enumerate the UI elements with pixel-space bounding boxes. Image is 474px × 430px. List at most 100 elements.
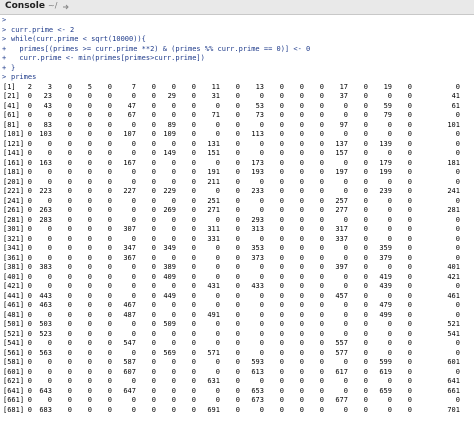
value-cell: 0 bbox=[363, 168, 368, 176]
output-row: [21] 0 23 0 0 0 0 0 29 0 31 0 0 0 0 0 37 0 0 0 41 bbox=[0, 92, 474, 102]
output-row: [681] 0 683 0 0 0 0 0 0 0 691 0 0 0 0 0 0 0 0 0 701 bbox=[0, 406, 474, 416]
value-cell: 0 bbox=[319, 405, 324, 414]
value-cell: 0 bbox=[107, 396, 112, 404]
value-cell: 0 bbox=[407, 282, 412, 290]
console-prompt: + bbox=[2, 63, 7, 72]
value-cell: 0 bbox=[407, 291, 412, 300]
value-cell: 0 bbox=[191, 234, 196, 243]
value-cell: 0 bbox=[107, 206, 112, 214]
value-cell: 0 bbox=[107, 130, 112, 138]
value-cell: 0 bbox=[191, 82, 196, 91]
value-cell: 0 bbox=[455, 225, 460, 233]
value-cell: 0 bbox=[191, 386, 196, 395]
value-cell: 0 bbox=[455, 310, 460, 319]
value-cell: 0 bbox=[107, 348, 112, 357]
value-cell: 0 bbox=[407, 187, 412, 195]
value-cell: 0 bbox=[107, 168, 112, 176]
value-cell: 0 bbox=[235, 139, 240, 148]
output-row: [421] 0 0 0 0 0 0 0 0 0 431 0 433 0 0 0 0 0 439 0 0 bbox=[0, 282, 474, 292]
value-cell: 0 bbox=[363, 244, 368, 252]
value-cell: 0 bbox=[363, 329, 368, 338]
console-output[interactable]: > > curr.prime <- 2 > while(curr.prime < sqr… bbox=[0, 16, 474, 430]
value-cell: 0 bbox=[235, 405, 240, 414]
value-cell: 0 bbox=[319, 244, 324, 252]
value-cell: 0 bbox=[407, 367, 412, 376]
value-cell: 0 bbox=[191, 92, 196, 100]
value-cell: 0 bbox=[455, 130, 460, 138]
value-cell: 0 bbox=[235, 396, 240, 404]
value-cell: 0 bbox=[455, 177, 460, 186]
code-line: +} bbox=[0, 64, 474, 74]
value-cell: 181 bbox=[447, 158, 460, 167]
value-cell: 0 bbox=[363, 101, 368, 110]
value-cell: 0 bbox=[191, 339, 196, 347]
value-cell: 541 bbox=[447, 329, 460, 338]
value-cell: 0 bbox=[363, 206, 368, 214]
value-cell: 0 bbox=[319, 329, 324, 338]
value-cell: 0 bbox=[407, 206, 412, 214]
output-row: [101] 0 103 0 0 0 107 0 109 0 0 0 113 0 0 0 0 0 0 0 0 bbox=[0, 130, 474, 140]
value-cell: 0 bbox=[107, 386, 112, 395]
value-cell: 661 bbox=[447, 386, 460, 395]
value-cell: 0 bbox=[235, 234, 240, 243]
output-row: [1] 2 3 0 5 0 7 0 0 0 11 0 13 0 0 0 17 0 19 0 0 bbox=[0, 83, 474, 93]
value-cell: 0 bbox=[363, 291, 368, 300]
value-cell: 0 bbox=[235, 101, 240, 110]
value-cell: 0 bbox=[235, 130, 240, 138]
value-cell: 0 bbox=[235, 310, 240, 319]
value-cell: 0 bbox=[363, 396, 368, 404]
value-cell: 0 bbox=[407, 310, 412, 319]
value-cell: 0 bbox=[363, 92, 368, 100]
value-cell: 0 bbox=[407, 177, 412, 186]
code-text: curr.prime <- min(primes[primes>curr.pri… bbox=[11, 54, 205, 62]
value-cell: 0 bbox=[363, 253, 368, 262]
value-cell: 0 bbox=[319, 215, 324, 224]
value-cell: 701 bbox=[447, 405, 460, 414]
value-cell: 401 bbox=[447, 263, 460, 271]
output-row: [641] 0 643 0 0 0 647 0 0 0 0 0 653 0 0 0 0 0 659 0 661 bbox=[0, 387, 474, 397]
value-cell: 0 bbox=[455, 367, 460, 376]
go-to-directory-icon[interactable] bbox=[62, 3, 70, 11]
value-cell: 0 bbox=[407, 244, 412, 252]
value-cell: 0 bbox=[407, 130, 412, 138]
value-cell: 0 bbox=[455, 111, 460, 119]
value-cell: 0 bbox=[363, 310, 368, 319]
value-cell: 0 bbox=[319, 386, 324, 395]
value-cell: 0 bbox=[191, 101, 196, 110]
value-cell: 0 bbox=[235, 168, 240, 176]
value-cell: 0 bbox=[107, 339, 112, 347]
value-cell: 0 bbox=[107, 367, 112, 376]
value-cell: 0 bbox=[319, 149, 324, 157]
value-cell: 0 bbox=[235, 196, 240, 205]
value-cell: 0 bbox=[319, 111, 324, 119]
value-cell: 0 bbox=[319, 358, 324, 366]
value-cell: 0 bbox=[107, 405, 112, 414]
value-cell: 0 bbox=[319, 396, 324, 404]
value-cell: 0 bbox=[191, 329, 196, 338]
output-row: [281] 0 283 0 0 0 0 0 0 0 0 0 293 0 0 0 0 0 0 0 0 bbox=[0, 216, 474, 226]
output-row: [481] 0 0 0 0 0 487 0 0 0 491 0 0 0 0 0 0 0 499 0 0 bbox=[0, 311, 474, 321]
value-cell: 601 bbox=[447, 358, 460, 366]
value-cell: 0 bbox=[107, 234, 112, 243]
value-cell: 0 bbox=[107, 101, 112, 110]
output-row: [121] 0 0 0 0 0 0 0 0 0 131 0 0 0 0 0 137 0 139 0 0 bbox=[0, 140, 474, 150]
value-cell: 0 bbox=[407, 405, 412, 414]
value-cell: 0 bbox=[363, 367, 368, 376]
output-row: [321] 0 0 0 0 0 0 0 0 0 331 0 0 0 0 0 337 0 0 0 0 bbox=[0, 235, 474, 245]
value-cell: 0 bbox=[407, 225, 412, 233]
value-cell: 0 bbox=[191, 187, 196, 195]
code-text: while(curr.prime < sqrt(10000)){ bbox=[11, 35, 146, 43]
value-cell: 0 bbox=[235, 291, 240, 300]
working-directory[interactable]: ~/ bbox=[48, 1, 57, 10]
value-cell: 0 bbox=[363, 149, 368, 157]
output-row: [561] 0 563 0 0 0 0 0 569 0 571 0 0 0 0 0 577 0 0 0 0 bbox=[0, 349, 474, 359]
value-cell: 0 bbox=[407, 263, 412, 271]
value-cell: 0 bbox=[363, 405, 368, 414]
output-row: [381] 0 383 0 0 0 0 0 389 0 0 0 0 0 0 0 397 0 0 0 401 bbox=[0, 263, 474, 273]
value-cell: 0 bbox=[107, 291, 112, 300]
code-text: primes[(primes >= curr.prime **2) & (pri… bbox=[11, 44, 311, 53]
value-cell: 0 bbox=[319, 253, 324, 262]
console-header: Console ~/ bbox=[0, 0, 474, 15]
value-cell: 0 bbox=[407, 339, 412, 347]
value-cell: 0 bbox=[455, 396, 460, 404]
